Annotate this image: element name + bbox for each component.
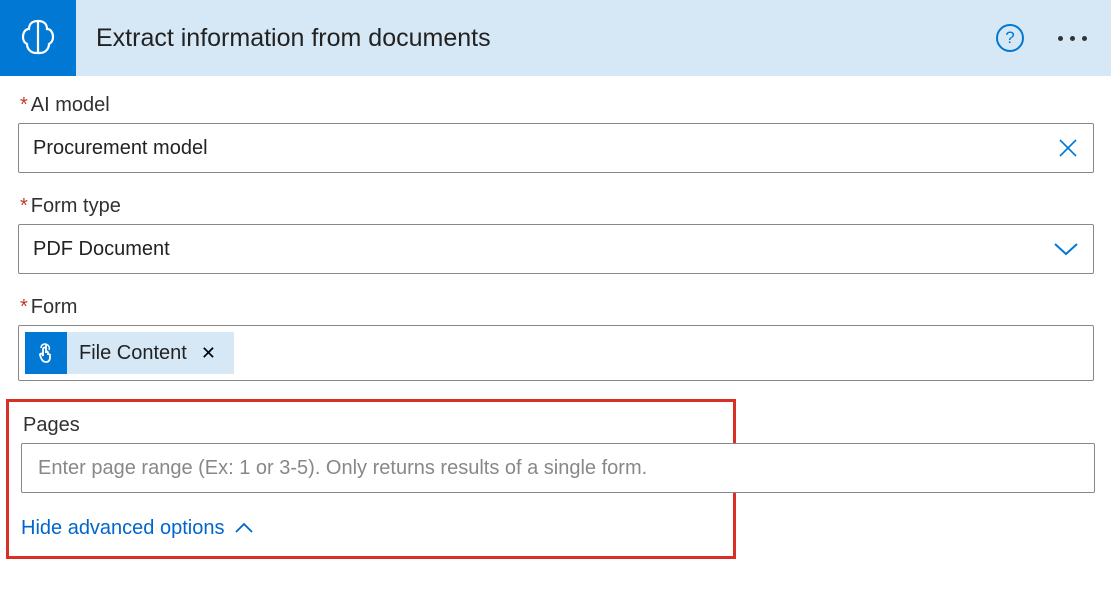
action-header: Extract information from documents ?	[0, 0, 1111, 76]
touch-icon	[25, 332, 67, 374]
ai-model-label: *AI model	[18, 94, 1111, 117]
clear-icon[interactable]	[1057, 137, 1079, 159]
form-type-field: *Form type PDF Document	[18, 195, 1111, 274]
chevron-down-icon	[1053, 241, 1079, 257]
hide-advanced-link[interactable]: Hide advanced options	[21, 517, 254, 540]
ai-model-field: *AI model Procurement model	[18, 94, 1111, 173]
pages-highlight: Pages Hide advanced options	[6, 399, 736, 559]
more-menu-icon[interactable]	[1052, 30, 1093, 47]
form-field: *Form File Content ✕	[18, 296, 1111, 381]
form-type-label: *Form type	[18, 195, 1111, 218]
pages-label: Pages	[21, 414, 721, 437]
file-content-token: File Content ✕	[25, 332, 234, 374]
form-label: *Form	[18, 296, 1111, 319]
brain-icon	[0, 0, 76, 76]
form-body: *AI model Procurement model *Form type P…	[0, 76, 1111, 559]
token-label: File Content	[79, 342, 187, 365]
pages-input[interactable]	[38, 457, 1078, 480]
form-type-value: PDF Document	[33, 238, 170, 261]
ai-model-input[interactable]: Procurement model	[18, 123, 1094, 173]
header-title: Extract information from documents	[96, 24, 996, 53]
chevron-up-icon	[234, 517, 254, 540]
ai-model-value: Procurement model	[33, 137, 208, 160]
token-remove-icon[interactable]: ✕	[197, 343, 220, 364]
form-type-select[interactable]: PDF Document	[18, 224, 1094, 274]
hide-advanced-text: Hide advanced options	[21, 517, 224, 540]
form-token-input[interactable]: File Content ✕	[18, 325, 1094, 381]
pages-input-wrapper	[21, 443, 1095, 493]
help-icon[interactable]: ?	[996, 24, 1024, 52]
